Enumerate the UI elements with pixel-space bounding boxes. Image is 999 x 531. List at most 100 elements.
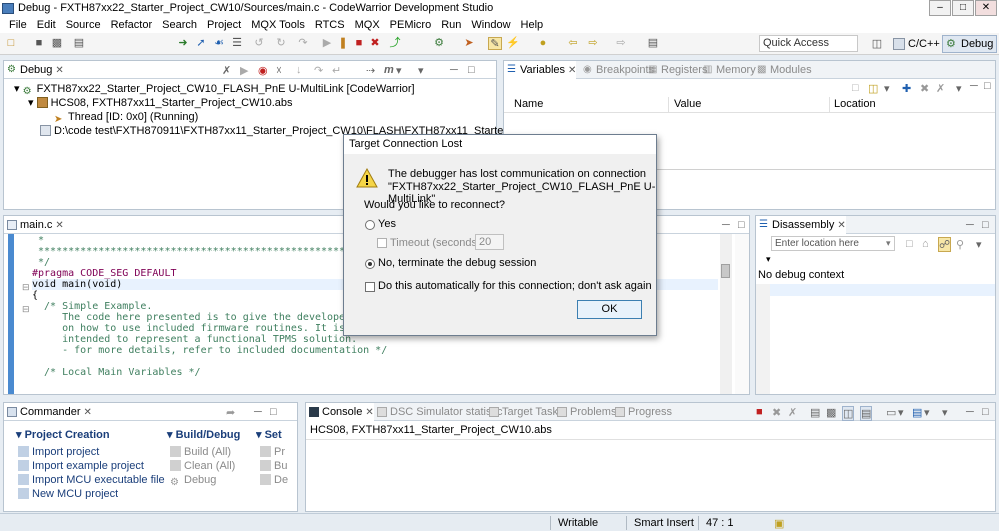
add-expression-icon[interactable]: ✚ [902,82,911,95]
forward-icon[interactable]: ⇨ [586,37,600,50]
tab-target-tasks[interactable]: Target Tasks [486,403,564,421]
auto-checkbox[interactable] [365,282,375,292]
pin-console-icon[interactable]: ▤ [860,406,873,421]
layout-icon[interactable]: ◫ [868,82,878,95]
view-menu-icon[interactable]: ▾ [956,82,962,95]
stop-small-icon[interactable]: ◉ [258,64,268,77]
tab-disassembly[interactable]: ☰ Disassembly ✕ [756,216,846,235]
tab-dsc-simulator[interactable]: DSC Simulator statistic [374,403,502,421]
settings-item[interactable]: Pr [260,445,285,459]
close-button[interactable]: ✕ [975,0,997,16]
refresh-icon[interactable]: □ [906,238,913,250]
menu-refactor[interactable]: Refactor [106,17,158,33]
save-all-icon[interactable]: ▩ [50,37,64,50]
display-dropdown-icon[interactable]: ▾ [898,406,904,419]
home-icon[interactable]: ⌂ [922,238,929,250]
new-mcu-project-link[interactable]: New MCU project [18,487,118,499]
scroll-lock-icon[interactable]: ▩ [826,406,836,419]
maximize-view-icon[interactable]: □ [738,219,745,231]
column-location[interactable]: Location [834,98,876,110]
column-value[interactable]: Value [674,98,701,110]
import-project-link[interactable]: Import project [18,445,99,459]
tab-memory[interactable]: ▥ Memory [700,61,756,79]
connect-icon[interactable]: ☙ [212,37,226,50]
word-wrap-icon[interactable]: ◫ [842,406,855,421]
collapse-icon[interactable]: ▾ [167,429,173,441]
location-dropdown-icon[interactable]: ▾ [886,238,891,249]
pin-icon[interactable]: ▤ [646,37,660,50]
menu-search[interactable]: Search [157,17,202,33]
close-tab-icon[interactable]: ✕ [365,407,373,418]
tab-variables[interactable]: ☰ Variables ✕ [504,61,577,80]
settings-item[interactable]: Bu [260,459,287,473]
back-icon[interactable]: ⇦ [566,37,580,50]
collapse-icon[interactable]: ▾ [28,97,34,109]
flash-icon[interactable]: ⚡ [506,37,520,50]
disconnect-icon[interactable]: ↺ [252,37,266,50]
menu-mqx[interactable]: MQX [350,17,385,33]
save-icon[interactable]: ■ [32,37,46,50]
instruction-mode-icon[interactable]: ⇢ [366,64,375,77]
collapse-icon[interactable]: ▾ [14,83,20,95]
clear-console-icon[interactable]: ▤ [810,406,820,419]
menu-run[interactable]: Run [436,17,466,33]
run-icon[interactable]: ⤴ [388,37,402,50]
menu-window[interactable]: Window [466,17,515,33]
minimize-view-icon[interactable]: ─ [966,406,974,418]
settings-item[interactable]: De [260,473,288,487]
quick-access-input[interactable]: Quick Access [759,35,858,52]
close-tab-icon[interactable]: ✕ [55,65,63,76]
maximize-view-icon[interactable]: □ [982,219,989,231]
tree-process[interactable]: ▾ HCS08, FXTH87xx11_Starter_Project_CW10… [28,96,293,110]
close-tab-icon[interactable]: ✕ [84,407,92,418]
remove-icon[interactable]: ✖ [920,82,929,95]
menu-rtcs[interactable]: RTCS [310,17,350,33]
remove-all-icon[interactable]: ✗ [788,406,797,419]
ok-button[interactable]: OK [577,300,642,319]
disconnect-small-icon[interactable]: ☓ [276,64,282,77]
tab-commander[interactable]: Commander ✕ [4,403,92,421]
tab-registers[interactable]: ▦ Registers [645,61,707,79]
yes-radio[interactable] [365,220,375,230]
debug-link[interactable]: ⚙ Debug [170,473,216,488]
column-divider[interactable] [668,97,669,113]
minimize-view-icon[interactable]: ─ [254,406,262,418]
terminate-icon[interactable]: ■ [352,37,366,50]
fold-icon[interactable]: ⊟ [22,282,30,293]
view-menu-icon[interactable]: ▾ [418,64,424,77]
maximize-view-icon[interactable]: □ [270,406,277,418]
minimize-button[interactable]: – [929,0,951,16]
open-perspective-icon[interactable]: ◫ [870,38,884,51]
view-menu-icon[interactable]: ▾ [942,406,948,419]
remove-launch-icon[interactable]: ✖ [772,406,781,419]
menu-mqx-tools[interactable]: MQX Tools [246,17,310,33]
display-console-icon[interactable]: ▭ [886,406,896,419]
collapse-icon[interactable]: ▾ [256,429,262,441]
no-terminate-radio[interactable] [365,259,375,269]
tab-debug[interactable]: ⚙ Debug ✕ [4,61,64,79]
tab-modules[interactable]: ▩ Modules [754,61,812,79]
menu-pemicro[interactable]: PEMicro [385,17,437,33]
suspend-icon[interactable]: ❚ [336,37,350,50]
import-executable-link[interactable]: Import MCU executable file [18,473,165,487]
layout-dropdown-icon[interactable]: ▾ [884,82,890,95]
print-icon[interactable]: ▤ [72,37,86,50]
tab-problems[interactable]: Problems [554,403,616,421]
bulb-icon[interactable]: ● [536,37,550,50]
mode-dropdown-icon[interactable]: ▾ [396,64,402,77]
next-icon[interactable]: ⇨ [614,37,628,50]
timeout-input[interactable]: 20 [475,234,504,250]
step-over-icon[interactable]: ↷ [314,64,323,77]
tab-breakpoints[interactable]: ◉ Breakpoints [580,61,654,79]
launch-icon[interactable]: ➤ [462,37,476,50]
remove-launch-icon[interactable]: ✗ [222,64,231,77]
maximize-button[interactable]: □ [952,0,974,16]
step-icon[interactable]: ➜ [176,37,190,50]
new-icon[interactable]: □ [4,37,18,50]
column-name[interactable]: Name [514,98,543,110]
debug-icon[interactable]: ⚙ [432,37,446,50]
menu-source[interactable]: Source [61,17,106,33]
step-into-icon[interactable]: ↓ [296,64,302,76]
tab-console[interactable]: Console ✕ [306,403,374,422]
editor-scrollbar[interactable] [720,234,732,394]
